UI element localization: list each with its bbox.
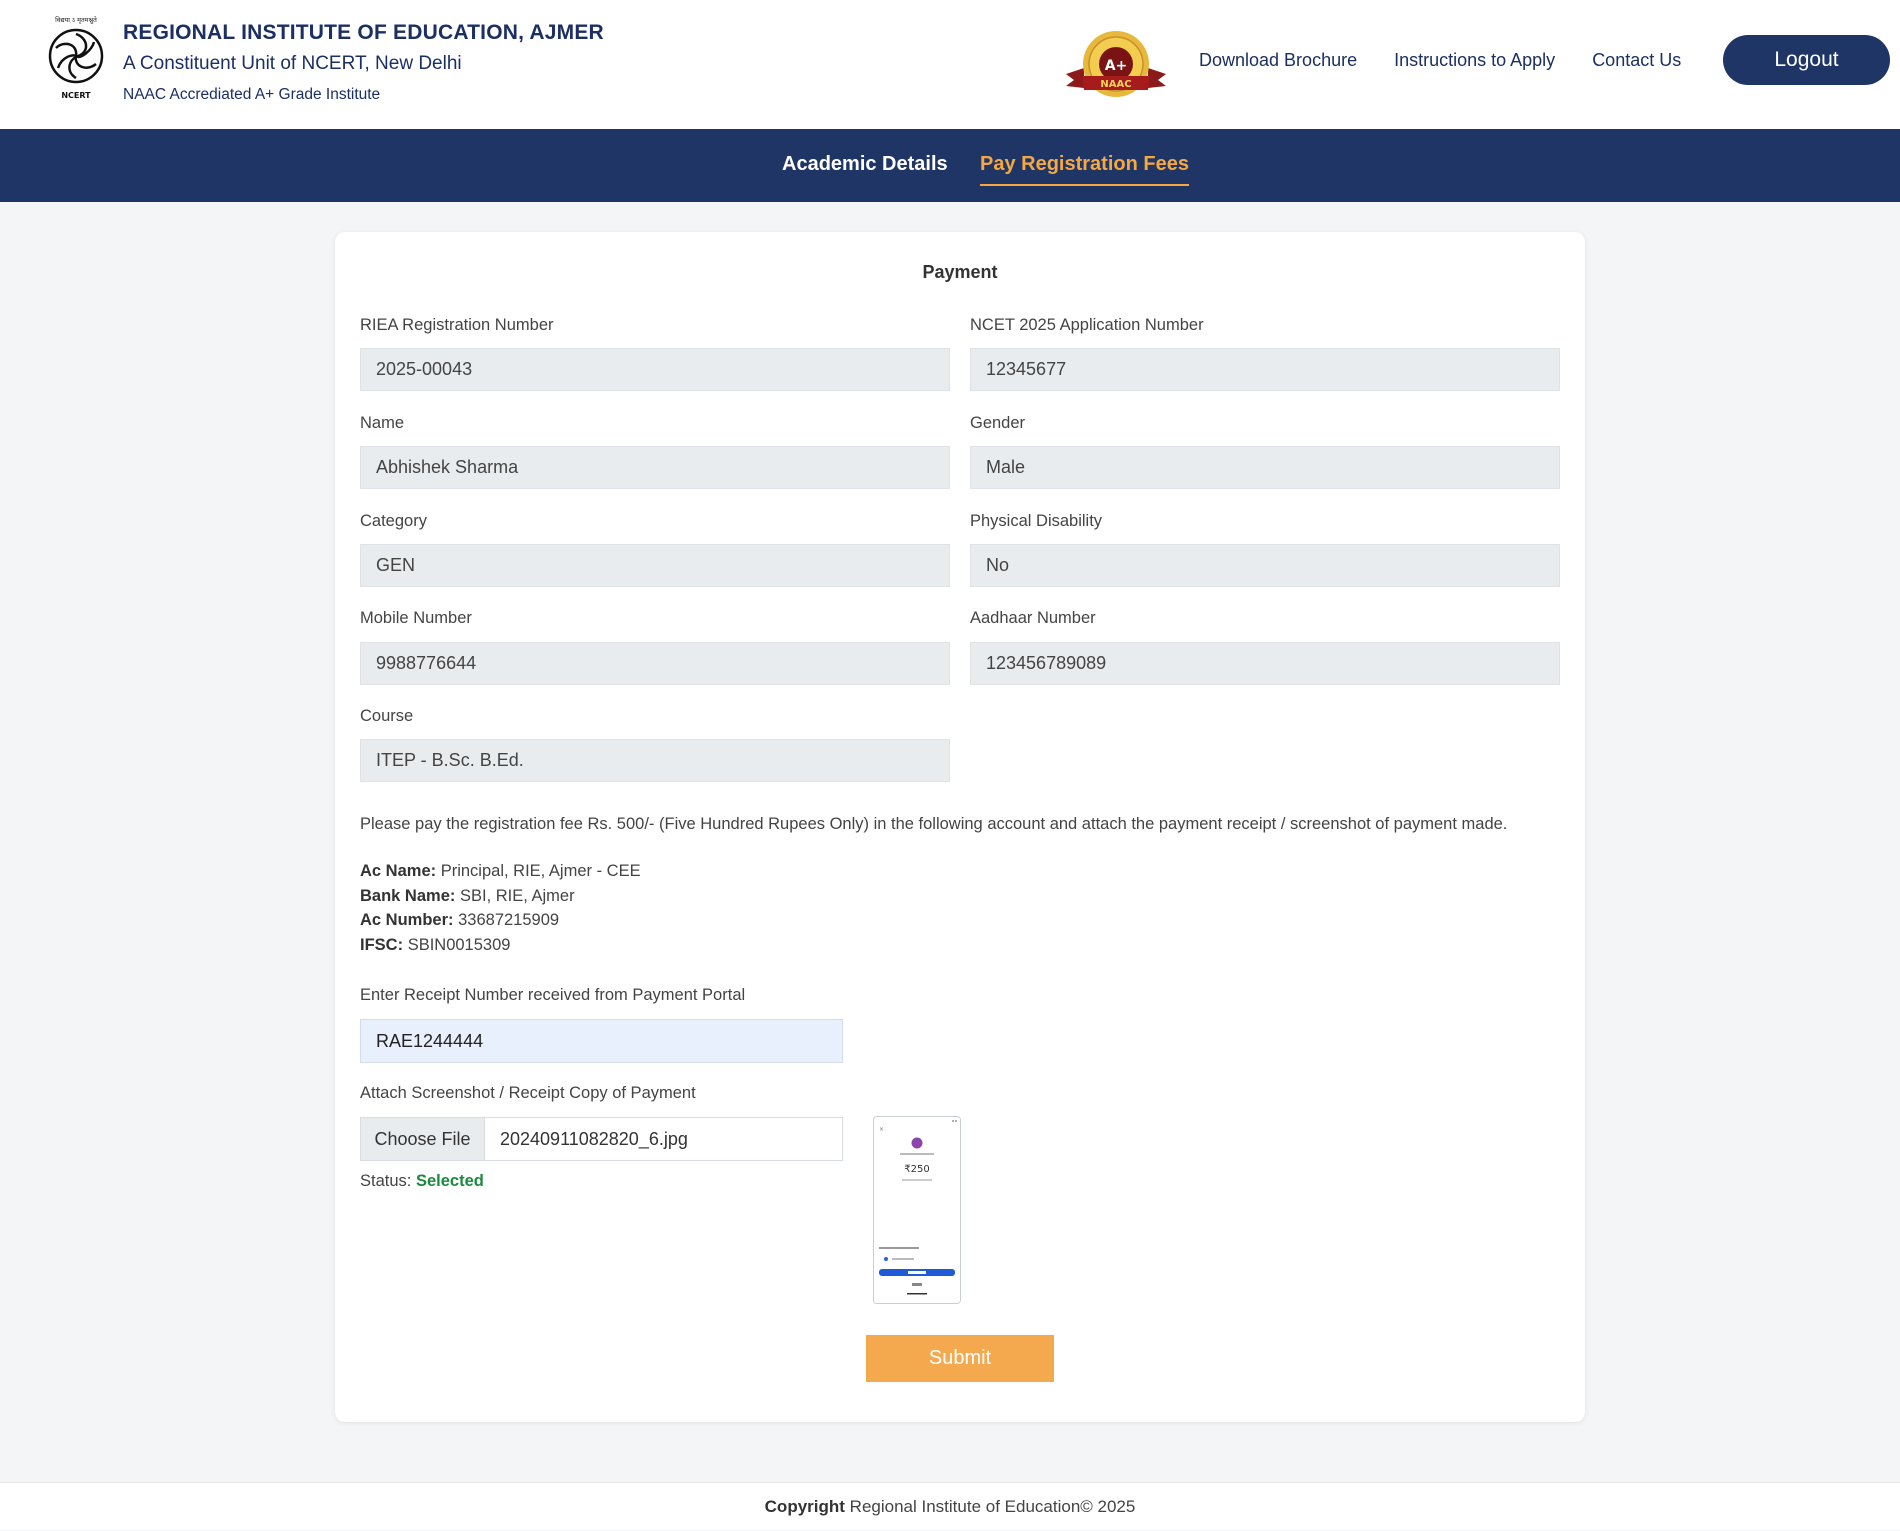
gender-label: Gender bbox=[970, 414, 1026, 432]
accreditation-text: NAAC Accrediated A+ Grade Institute bbox=[123, 86, 381, 103]
badge-grade: A+ bbox=[1105, 58, 1128, 74]
emblem-bottom-text: NCERT bbox=[61, 91, 91, 100]
ac-name-row: Ac Name: Principal, RIE, Ajmer - CEE bbox=[360, 859, 641, 884]
naac-badge-icon: A+ NAAC bbox=[1062, 30, 1170, 104]
instructions-to-apply-link[interactable]: Instructions to Apply bbox=[1394, 50, 1555, 71]
ncert-emblem-logo: विद्यया ऽ मृतमश्नुते NCERT bbox=[44, 14, 108, 102]
payment-card: Payment RIEA Registration Number 2025-00… bbox=[335, 232, 1585, 1422]
receipt-preview-thumbnail: × ₹250 bbox=[873, 1116, 961, 1304]
attach-receipt-label: Attach Screenshot / Receipt Copy of Paym… bbox=[360, 1084, 696, 1102]
mobile-number-field[interactable]: 9988776644 bbox=[360, 642, 950, 685]
riea-registration-label: RIEA Registration Number bbox=[360, 316, 554, 334]
ac-name-label: Ac Name: bbox=[360, 862, 437, 880]
upload-status: Status: Selected bbox=[360, 1172, 484, 1191]
ncet-application-field[interactable]: 12345677 bbox=[970, 348, 1560, 391]
institute-subtitle: A Constituent Unit of NCERT, New Delhi bbox=[123, 53, 462, 74]
submit-button[interactable]: Submit bbox=[866, 1335, 1054, 1382]
course-field[interactable]: ITEP - B.Sc. B.Ed. bbox=[360, 739, 950, 782]
ac-number-label: Ac Number: bbox=[360, 911, 454, 929]
name-field[interactable]: Abhishek Sharma bbox=[360, 446, 950, 489]
header-nav: Download Brochure Instructions to Apply … bbox=[1199, 45, 1718, 75]
institute-brand: REGIONAL INSTITUTE OF EDUCATION, AJMER A… bbox=[123, 18, 604, 110]
mobile-number-label: Mobile Number bbox=[360, 609, 472, 627]
ac-number-value: 33687215909 bbox=[458, 911, 560, 929]
aadhaar-number-field[interactable]: 123456789089 bbox=[970, 642, 1560, 685]
category-label: Category bbox=[360, 512, 427, 530]
aadhaar-number-label: Aadhaar Number bbox=[970, 609, 1096, 627]
card-title: Payment bbox=[922, 262, 998, 282]
ifsc-label: IFSC: bbox=[360, 935, 404, 954]
physical-disability-field[interactable]: No bbox=[970, 544, 1560, 587]
logout-button[interactable]: Logout bbox=[1723, 35, 1890, 85]
status-label: Status: bbox=[360, 1172, 412, 1190]
svg-text:×: × bbox=[879, 1126, 884, 1133]
ifsc-value: SBIN0015309 bbox=[407, 935, 511, 954]
course-label: Course bbox=[360, 707, 414, 725]
receipt-number-input[interactable]: RAE1244444 bbox=[360, 1019, 843, 1063]
bank-name-row: Bank Name: SBI, RIE, Ajmer bbox=[360, 884, 641, 909]
category-field[interactable]: GEN bbox=[360, 544, 950, 587]
tab-pay-registration-fees[interactable]: Pay Registration Fees bbox=[980, 153, 1189, 186]
bank-account-details: Ac Name: Principal, RIE, Ajmer - CEE Ban… bbox=[360, 859, 641, 957]
name-label: Name bbox=[360, 414, 405, 432]
ncet-application-label: NCET 2025 Application Number bbox=[970, 316, 1204, 334]
tab-academic-details[interactable]: Academic Details bbox=[782, 153, 948, 176]
copyright-label: Copyright bbox=[764, 1497, 845, 1516]
gender-field[interactable]: Male bbox=[970, 446, 1560, 489]
receipt-file-input[interactable]: Choose File 20240911082820_6.jpg bbox=[360, 1117, 843, 1161]
footer: Copyright Regional Institute of Educatio… bbox=[0, 1482, 1900, 1530]
emblem-top-text: विद्यया ऽ मृतमश्नुते bbox=[55, 16, 97, 24]
bank-name-label: Bank Name: bbox=[360, 886, 456, 905]
copyright-text: Regional Institute of Education© 2025 bbox=[849, 1497, 1136, 1516]
ac-number-row: Ac Number: 33687215909 bbox=[360, 908, 641, 933]
payment-instructions: Please pay the registration fee Rs. 500/… bbox=[360, 815, 1508, 833]
selected-file-name: 20240911082820_6.jpg bbox=[500, 1129, 688, 1149]
contact-us-link[interactable]: Contact Us bbox=[1592, 50, 1681, 71]
preview-amount: ₹250 bbox=[904, 1164, 929, 1175]
tab-bar: Academic Details Pay Registration Fees bbox=[0, 129, 1900, 202]
download-brochure-link[interactable]: Download Brochure bbox=[1199, 50, 1357, 71]
physical-disability-label: Physical Disability bbox=[970, 512, 1103, 530]
riea-registration-field[interactable]: 2025-00043 bbox=[360, 348, 950, 391]
receipt-number-label: Enter Receipt Number received from Payme… bbox=[360, 986, 746, 1004]
choose-file-button[interactable]: Choose File bbox=[361, 1118, 485, 1160]
status-value: Selected bbox=[415, 1172, 484, 1190]
ac-name-value: Principal, RIE, Ajmer - CEE bbox=[440, 862, 641, 880]
ifsc-row: IFSC: SBIN0015309 bbox=[360, 933, 641, 958]
badge-ribbon-text: NAAC bbox=[1100, 79, 1131, 90]
institute-name: REGIONAL INSTITUTE OF EDUCATION, AJMER bbox=[123, 21, 604, 44]
bank-name-value: SBI, RIE, Ajmer bbox=[459, 886, 575, 905]
top-header: विद्यया ऽ मृतमश्नुते NCERT REGIONAL INST… bbox=[0, 0, 1900, 129]
